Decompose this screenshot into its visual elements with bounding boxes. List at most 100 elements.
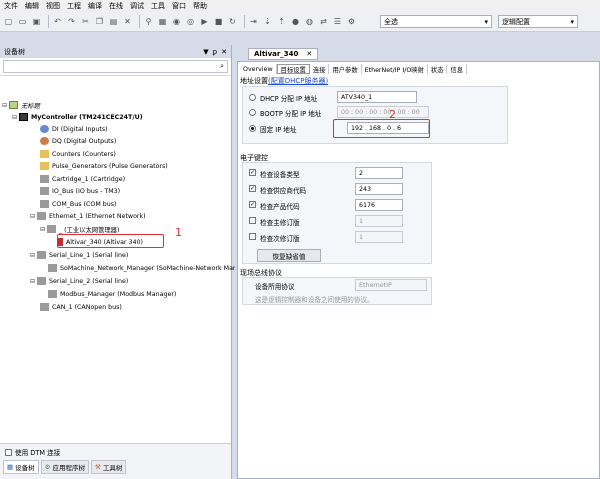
breakpoint-icon[interactable]: ● [290, 16, 301, 27]
paste-icon[interactable]: ▤ [108, 16, 119, 27]
menu-tools[interactable]: 工具 [151, 1, 165, 11]
cut-icon[interactable]: ✂ [80, 16, 91, 27]
menu-project[interactable]: 工程 [67, 1, 81, 11]
dhcp-label: DHCP 分配 IP 地址 [260, 95, 318, 103]
tree-node-serial1[interactable]: ⊟ Serial_Line_1 (Serial line) [30, 249, 128, 261]
menu-view[interactable]: 视图 [46, 1, 60, 11]
dtm-option[interactable]: 使用 DTM 连接 [0, 444, 231, 460]
logout-icon[interactable]: ◎ [185, 16, 196, 27]
tree-node-dq[interactable]: DQ (Digital Outputs) [40, 135, 116, 147]
device-tree-titlebar: 设备树 ▼ ꝑ ✕ [0, 45, 231, 58]
collapse-icon[interactable]: ⊟ [2, 102, 9, 109]
collapse-icon[interactable]: ⊟ [30, 213, 37, 220]
flow-icon[interactable]: ⇄ [318, 16, 329, 27]
stop-icon[interactable]: ■ [213, 16, 224, 27]
close-icon[interactable]: ✕ [221, 48, 227, 56]
menu-online[interactable]: 在线 [109, 1, 123, 11]
check-device-type-checkbox[interactable]: ✓ [249, 169, 256, 176]
bootp-radio[interactable] [249, 109, 256, 116]
menu-help[interactable]: 帮助 [193, 1, 207, 11]
tab-io-mapping[interactable]: EtherNet/IP I/O映射 [362, 64, 428, 74]
watch-icon[interactable]: ◍ [304, 16, 315, 27]
scope-combo[interactable]: 全选 ▾ [380, 15, 492, 28]
settings-icon[interactable]: ⚙ [346, 16, 357, 27]
menu-file[interactable]: 文件 [4, 1, 18, 11]
tab-tools-tree[interactable]: ⚒ 工具树 [90, 460, 127, 474]
tree-node-pulse[interactable]: Pulse_Generators (Pulse Generators) [40, 160, 168, 172]
tab-device-tree[interactable]: ▦ 设备树 [3, 460, 39, 474]
save-icon[interactable]: ▣ [31, 16, 42, 27]
tree-filter-bar[interactable]: ⌕ [3, 60, 228, 73]
find-icon[interactable]: ⚲ [143, 16, 154, 27]
io-icon [40, 137, 49, 145]
editor-content: Overview 目标设置 连接 用户参数 EtherNet/IP I/O映射 … [237, 61, 600, 479]
delete-icon[interactable]: ✕ [122, 16, 133, 27]
collapse-icon[interactable]: ⊟ [30, 252, 37, 259]
collapse-icon[interactable]: ⊟ [30, 278, 37, 285]
minor-revision-field[interactable]: 1 [355, 231, 403, 243]
collapse-icon[interactable]: ⊟ [12, 114, 19, 121]
tree-node-cartridge[interactable]: Cartridge_1 (Cartridge) [40, 173, 125, 185]
list-icon[interactable]: ☰ [332, 16, 343, 27]
new-icon[interactable]: ▢ [3, 16, 14, 27]
logic-combo-value: 逻辑配置 [502, 17, 530, 26]
tree-node-ethernet[interactable]: ⊟ Ethernet_1 (Ethernet Network) [30, 210, 146, 222]
tree-node-serial2[interactable]: ⊟ Serial_Line_2 (Serial line) [30, 275, 128, 287]
check-vendor-code-checkbox[interactable]: ✓ [249, 185, 256, 192]
menu-debug[interactable]: 调试 [130, 1, 144, 11]
tab-connection[interactable]: 连接 [310, 64, 330, 74]
dtm-checkbox[interactable] [5, 448, 12, 456]
undo-icon[interactable]: ↶ [52, 16, 63, 27]
tree-node-can[interactable]: CAN_1 (CANopen bus) [40, 301, 122, 313]
restore-defaults-button[interactable]: 恢复缺省值 [257, 249, 321, 262]
tree-node-project[interactable]: ⊟ 无标题 [2, 99, 40, 111]
copy-icon[interactable]: ❐ [94, 16, 105, 27]
product-code-field[interactable]: 6176 [355, 199, 403, 211]
tree-node-combus[interactable]: COM_Bus (COM bus) [40, 198, 117, 210]
run-icon[interactable]: ▶ [199, 16, 210, 27]
check-major-revision-label: 检查主修订版 [260, 219, 300, 227]
collapse-icon[interactable]: ⊟ [40, 226, 47, 233]
reset-icon[interactable]: ↻ [227, 16, 238, 27]
major-revision-field[interactable]: 1 [355, 215, 403, 227]
tab-user-params[interactable]: 用户参数 [329, 64, 362, 74]
login-icon[interactable]: ◉ [171, 16, 182, 27]
tree-node-iobus[interactable]: IO_Bus (IO bus - TM3) [40, 185, 120, 197]
dhcp-config-link[interactable]: (配置DHCP服务器) [268, 77, 328, 85]
tree-node-controller[interactable]: ⊟ MyController (TM241CEC24T/U) [12, 111, 143, 123]
check-product-code-checkbox[interactable]: ✓ [249, 201, 256, 208]
tree-node-modbus-manager[interactable]: Modbus_Manager (Modbus Manager) [48, 288, 176, 300]
tab-status[interactable]: 状态 [428, 64, 448, 74]
tree-node-counters[interactable]: Counters (Counters) [40, 148, 116, 160]
device-type-field[interactable]: 2 [355, 167, 403, 179]
vendor-code-field[interactable]: 243 [355, 183, 403, 195]
tree-node-di[interactable]: DI (Digital Inputs) [40, 123, 108, 135]
dhcp-radio[interactable] [249, 94, 256, 101]
redo-icon[interactable]: ↷ [66, 16, 77, 27]
check-major-revision-checkbox[interactable] [249, 217, 256, 224]
open-icon[interactable]: ▭ [17, 16, 28, 27]
fixed-ip-radio[interactable] [249, 125, 256, 132]
tab-application-tree[interactable]: ⚙ 应用程序树 [40, 460, 89, 474]
logic-combo[interactable]: 逻辑配置 ▾ [498, 15, 578, 28]
menu-edit[interactable]: 编辑 [25, 1, 39, 11]
build-icon[interactable]: ▦ [157, 16, 168, 27]
manager-icon [47, 225, 56, 233]
step-out-icon[interactable]: ⇡ [276, 16, 287, 27]
dropdown-icon[interactable]: ▼ [203, 48, 208, 56]
bootp-mac-field[interactable]: 00 : 00 : 00 : 00 : 00 : 00 [337, 106, 429, 118]
menu-window[interactable]: 窗口 [172, 1, 186, 11]
step-into-icon[interactable]: ⇣ [262, 16, 273, 27]
doc-tab-altivar[interactable]: Altivar_340 ✕ [248, 48, 319, 60]
menu-build[interactable]: 编译 [88, 1, 102, 11]
filter-icon[interactable]: ⌕ [220, 62, 224, 71]
close-icon[interactable]: ✕ [306, 50, 312, 58]
step-over-icon[interactable]: ⇥ [248, 16, 259, 27]
dhcp-name-field[interactable]: ATV340_1 [337, 91, 417, 103]
tab-overview[interactable]: Overview [240, 64, 277, 74]
pin-icon[interactable]: ꝑ [213, 48, 217, 56]
tab-target-settings[interactable]: 目标设置 [276, 64, 310, 74]
check-minor-revision-checkbox[interactable] [249, 233, 256, 240]
tab-info[interactable]: 信息 [447, 64, 468, 74]
tree-node-somachine-manager[interactable]: SoMachine_Network_Manager (SoMachine-Net… [48, 262, 245, 274]
